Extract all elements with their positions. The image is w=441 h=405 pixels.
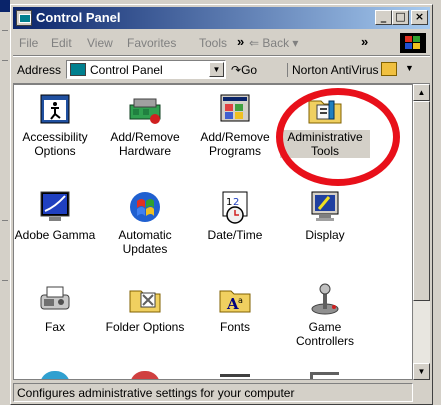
item-fax[interactable]: Fax — [14, 281, 100, 334]
item-administrative-tools[interactable]: Administrative Tools — [280, 91, 370, 158]
admin-tools-icon — [307, 91, 343, 127]
control-panel-small-icon — [70, 63, 86, 76]
item-game-controllers[interactable]: Game Controllers — [280, 281, 370, 348]
joystick-icon — [307, 281, 343, 317]
scroll-down-icon[interactable]: ▼ — [413, 363, 430, 380]
item-automatic-updates[interactable]: Automatic Updates — [100, 189, 190, 256]
automatic-updates-icon — [127, 189, 163, 225]
status-bar: Configures administrative settings for y… — [13, 383, 430, 402]
item-label: Administrative Tools — [280, 130, 370, 158]
icon-view: Accessibility Options Add/Remove Hardwar… — [13, 84, 413, 380]
title-bar[interactable]: Control Panel _ □ × — [13, 7, 430, 29]
address-bar: Address Control Panel ▼ ↷Go Norton AntiV… — [13, 56, 430, 84]
address-value: Control Panel — [90, 63, 163, 77]
menu-favorites[interactable]: Favorites — [127, 36, 176, 50]
address-dropdown-icon[interactable]: ▼ — [209, 62, 224, 77]
item-label: Add/Remove Hardware — [110, 130, 180, 158]
item-fonts[interactable]: Aa Fonts — [190, 281, 280, 334]
item-label: Add/Remove Programs — [200, 130, 270, 158]
svg-text:a: a — [238, 296, 243, 305]
item-add-remove-hardware[interactable]: Add/Remove Hardware — [100, 91, 190, 158]
svg-text:1: 1 — [226, 197, 232, 208]
partial-icon — [40, 371, 70, 379]
address-field[interactable]: Control Panel ▼ — [66, 60, 226, 79]
item-folder-options[interactable]: Folder Options — [100, 281, 190, 334]
calendar-clock-icon: 12 — [217, 189, 253, 225]
windows-logo-icon — [400, 33, 426, 53]
fax-icon — [37, 281, 73, 317]
accessibility-icon — [37, 91, 73, 127]
item-label: Fax — [44, 320, 65, 334]
display-icon — [307, 189, 343, 225]
menu-bar: File Edit View Favorites Tools » ⇐ Back … — [13, 31, 430, 56]
control-panel-window: Control Panel _ □ × File Edit View Favor… — [10, 4, 433, 405]
scroll-up-icon[interactable]: ▲ — [413, 84, 430, 101]
partial-icon — [310, 372, 339, 379]
item-add-remove-programs[interactable]: Add/Remove Programs — [190, 91, 280, 158]
item-date-time[interactable]: 12 Date/Time — [190, 189, 280, 242]
item-label: Accessibility Options — [22, 130, 88, 158]
menu-tools[interactable]: Tools — [199, 36, 227, 50]
programs-icon — [217, 91, 253, 127]
item-label: Adobe Gamma — [14, 228, 96, 242]
item-label: Date/Time — [207, 228, 263, 242]
background-window-right — [433, 0, 441, 405]
partial-icon — [220, 374, 250, 379]
partial-icon — [130, 371, 160, 379]
folder-options-icon — [127, 281, 163, 317]
menu-file[interactable]: File — [19, 36, 38, 50]
control-panel-icon — [16, 10, 32, 26]
back-button[interactable]: ⇐ Back ▾ — [249, 36, 298, 50]
item-accessibility-options[interactable]: Accessibility Options — [14, 91, 100, 158]
item-label: Automatic Updates — [118, 228, 172, 256]
scroll-thumb[interactable] — [413, 101, 430, 301]
go-arrow-icon: ↷ — [231, 63, 242, 77]
window-title: Control Panel — [36, 10, 121, 25]
maximize-button[interactable]: □ — [392, 10, 409, 25]
toolbar-chevron-icon[interactable]: » — [361, 34, 368, 49]
item-label: Fonts — [219, 320, 250, 334]
norton-dropdown-icon[interactable]: ▼ — [405, 63, 414, 73]
adobe-gamma-icon — [37, 189, 73, 225]
item-label: Folder Options — [105, 320, 185, 334]
fonts-icon: Aa — [217, 281, 253, 317]
menu-chevron-icon[interactable]: » — [237, 34, 244, 49]
address-label: Address — [17, 63, 62, 77]
vertical-scrollbar[interactable]: ▲ ▼ — [413, 84, 430, 380]
minimize-button[interactable]: _ — [375, 10, 392, 25]
item-label: Display — [305, 228, 345, 242]
item-display[interactable]: Display — [280, 189, 370, 242]
item-label: Game Controllers — [295, 320, 355, 348]
norton-icon[interactable] — [381, 62, 397, 76]
menu-edit[interactable]: Edit — [51, 36, 72, 50]
item-adobe-gamma[interactable]: Adobe Gamma — [14, 189, 100, 242]
norton-antivirus-toolbar[interactable]: Norton AntiVirus — [287, 63, 379, 77]
menu-view[interactable]: View — [87, 36, 113, 50]
go-button[interactable]: ↷Go — [231, 63, 257, 77]
hardware-icon — [127, 91, 163, 127]
close-button[interactable]: × — [411, 10, 428, 25]
status-text: Configures administrative settings for y… — [13, 383, 413, 402]
